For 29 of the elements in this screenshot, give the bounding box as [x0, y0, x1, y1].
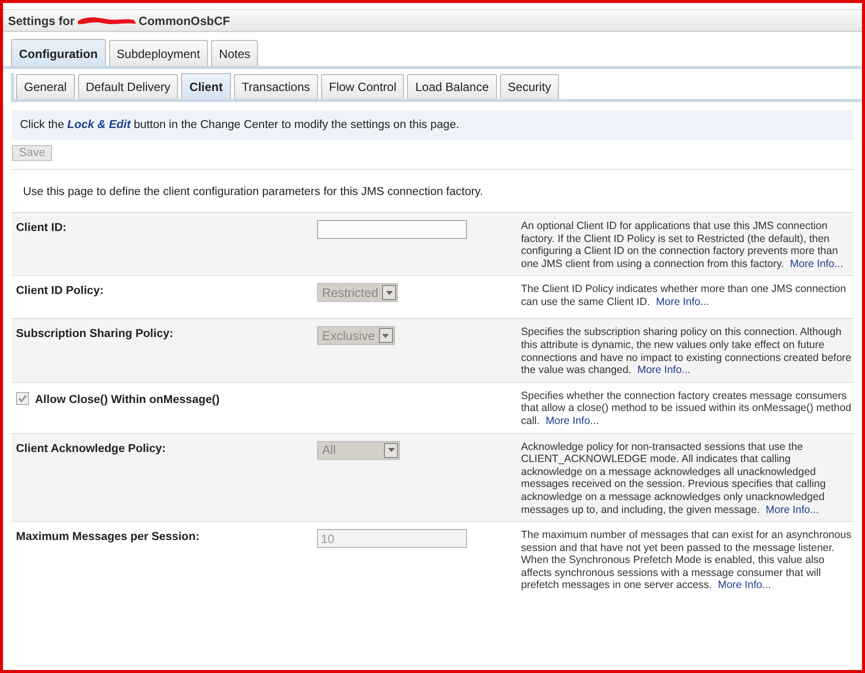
redaction-scribble [76, 14, 138, 26]
help-text: Specifies the subscription sharing policy on this connection. Although this attribute is dynamic, the new values only take effect on future connections and have no impact to existing connections created before the value was changed. More Info... [520, 326, 852, 377]
tab[interactable]: Notes [211, 40, 258, 66]
input-field[interactable] [317, 220, 467, 239]
field-label: Client ID Policy: [16, 284, 105, 300]
more-info-link[interactable]: More Info... [790, 258, 844, 270]
field-label: Maximum Messages per Session: [16, 530, 200, 546]
notice-banner: Click the Lock & Edit button in the Change Center to modify the settings on this page. [12, 110, 853, 140]
tab[interactable]: Flow Control [321, 74, 404, 99]
tab[interactable]: Default Delivery [78, 74, 178, 99]
page-title: Settings for [8, 14, 75, 28]
page-title: CommonOsbCF [138, 14, 230, 28]
help-text: An optional Client ID for applications that use this JMS connection factory. If the Client ID Policy is set to Restricted (the default), then configuring a Client ID on the connection factory prevents more than one JMS client from using a connection from this factory. More Info... [520, 220, 844, 270]
field-label: Client ID: [16, 221, 68, 236]
checkbox-label: Allow Close() Within onMessage() [35, 392, 220, 406]
help-text: The Client ID Policy indicates whether more than one JMS connection can use the same Client ID. More Info... [520, 283, 848, 310]
field-label: Client Acknowledge Policy: [16, 442, 167, 457]
tab[interactable]: Client [181, 73, 231, 99]
tab[interactable]: Configuration [11, 39, 106, 66]
tab[interactable]: Load Balance [407, 74, 497, 99]
tab[interactable]: Transactions [234, 74, 318, 99]
tab[interactable]: General [16, 74, 75, 99]
help-text: The maximum number of messages that can exist for an asynchronous session and that have not yet been passed to the message listener. When the Synchronous Prefetch Mode is enabled, this value also affects synchronous sessions with a message consumer that will prefetch messages in one server access. More Info... [520, 529, 852, 592]
help-text: Specifies whether the connection factory creates message consumers that allow a close() method to be issued within its onMessage() method call. More Info... [520, 390, 852, 428]
field-label: Subscription Sharing Policy: [16, 327, 174, 342]
intro-text: Use this page to define the client configuration parameters for this JMS connection factory. [23, 186, 484, 198]
tab[interactable]: Security [500, 74, 560, 99]
help-text: Acknowledge policy for non-transacted sessions that use the CLIENT_ACKNOWLEDGE mode. All indicates that calling acknowledge on a message acknowledges all unacknowledged messages received on the session. Previous specifies that calling acknowledge on a message acknowledges only unacknowledged messages up to, and including, the given message. More Info... [520, 440, 827, 516]
tab[interactable]: Subdeployment [108, 40, 208, 66]
